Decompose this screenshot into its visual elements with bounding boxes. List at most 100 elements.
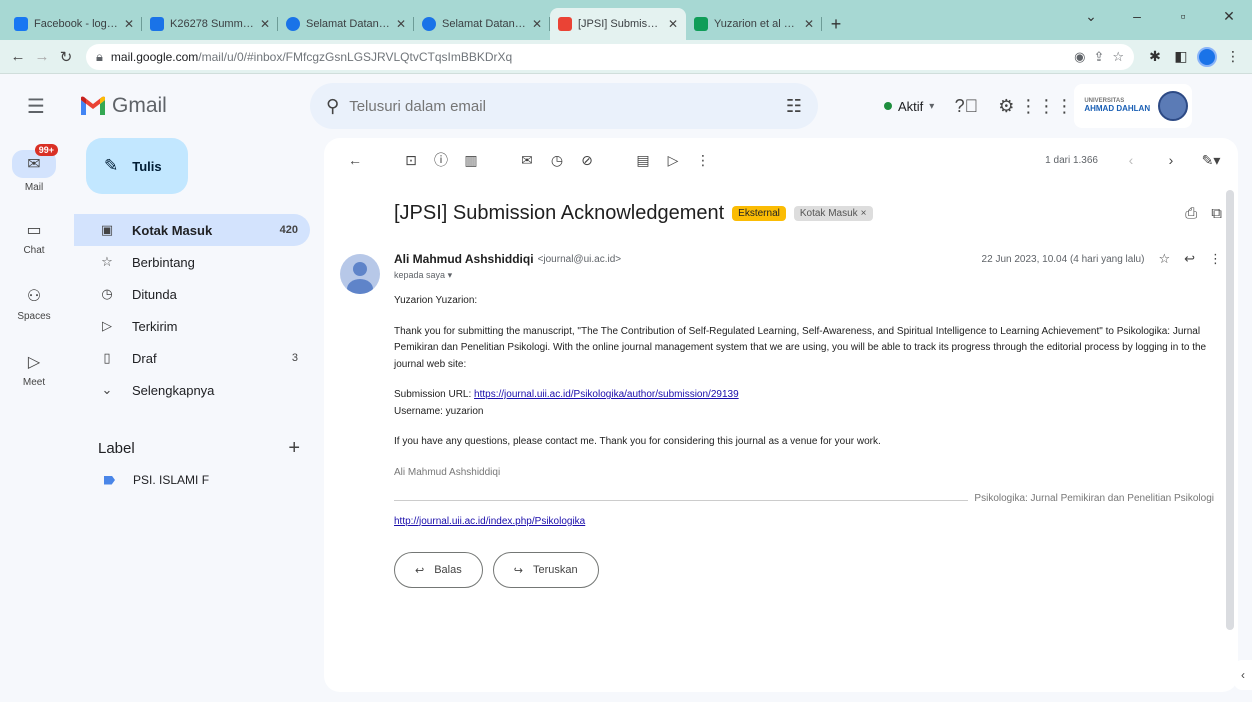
label-name: PSI. ISLAMI F [133, 473, 210, 487]
search-bar[interactable]: ⚲ ☷ [310, 83, 818, 129]
rail-item-mail[interactable]: ✉ 99+ Mail [0, 138, 68, 204]
lock-icon[interactable]: 🔒︎ [96, 49, 103, 65]
address-bar[interactable]: 🔒︎ mail.google.com/mail/u/0/#inbox/FMfcg… [86, 43, 1134, 70]
rail-item-spaces[interactable]: ⚇ Spaces [0, 270, 68, 336]
move-to-icon[interactable]: ▤ [628, 145, 658, 175]
sender-name[interactable]: Ali Mahmud Ashshiddiqi [394, 252, 534, 266]
close-tab-icon[interactable]: ✕ [804, 17, 814, 31]
forward-button[interactable]: ↪ Teruskan [492, 552, 599, 588]
snooze-icon[interactable]: ◷ [542, 145, 572, 175]
minimize-icon[interactable]: – [1114, 0, 1160, 32]
maximize-icon[interactable]: ▫ [1160, 0, 1206, 32]
search-icon[interactable]: ⚲ [326, 96, 339, 117]
compose-button[interactable]: ✎ Tulis [86, 138, 188, 194]
browser-tab-active[interactable]: [JPSI] Submission ✕ [550, 8, 686, 40]
forward-icon[interactable]: → [30, 45, 54, 69]
new-tab-button[interactable]: + [822, 8, 850, 40]
help-icon[interactable]: ?⃝ [946, 86, 986, 126]
journal-url-link[interactable]: http://journal.uii.ac.id/index.php/Psiko… [394, 516, 585, 527]
mark-unread-icon[interactable]: ✉ [512, 145, 542, 175]
delete-icon[interactable]: ▥ [456, 145, 486, 175]
report-spam-icon[interactable]: ⓘ [426, 145, 456, 175]
apps-grid-icon[interactable]: ⋮⋮⋮ [1019, 86, 1073, 126]
sidebar-item-snoozed[interactable]: ◷ Ditunda [74, 278, 310, 310]
facebook-favicon-icon [14, 17, 28, 31]
open-new-window-icon[interactable]: ⧉ [1211, 205, 1222, 222]
more-options-icon[interactable]: ⋮ [1209, 251, 1222, 267]
browser-tab[interactable]: Selamat Datang di ✕ [278, 8, 414, 40]
account-avatar[interactable] [1158, 91, 1189, 121]
site-favicon-icon [150, 17, 164, 31]
search-input[interactable] [349, 97, 776, 115]
chevron-down-icon: ▾ [447, 270, 453, 280]
browser-tab[interactable]: Facebook - log m ✕ [6, 8, 142, 40]
share-icon[interactable]: ⇪ [1093, 49, 1104, 65]
sidebar-item-more[interactable]: ⌄ Selengkapnya [74, 374, 310, 406]
profile-dot-icon [1197, 46, 1217, 67]
reply-icon[interactable]: ↩ [1184, 251, 1195, 267]
recipient-line[interactable]: kepada saya ▾ [394, 270, 1222, 281]
status-selector[interactable]: Aktif ▾ [872, 89, 946, 123]
add-task-icon[interactable]: ⊘ [572, 145, 602, 175]
sidebar-label-item[interactable]: PSI. ISLAMI F [74, 464, 322, 496]
extensions-icon[interactable]: ✱ [1142, 44, 1168, 70]
reload-icon[interactable]: ↻ [54, 45, 78, 69]
sender-avatar[interactable] [340, 254, 380, 294]
spaces-icon: ⚇ [26, 287, 42, 305]
close-tab-icon[interactable]: ✕ [396, 17, 406, 31]
archive-icon[interactable]: ⊡ [396, 145, 426, 175]
account-brand: UNIVERSITAS AHMAD DAHLAN [1084, 98, 1150, 113]
submission-url-link[interactable]: https://journal.uii.ac.id/Psikologika/au… [474, 389, 739, 400]
side-panel-icon[interactable]: ◧ [1168, 44, 1194, 70]
browser-tab[interactable]: K26278 Summary ✕ [142, 8, 278, 40]
rail-item-meet[interactable]: ▷ Meet [0, 336, 68, 402]
more-options-icon[interactable]: ⋮ [688, 145, 718, 175]
print-icon[interactable]: ⎙ [1185, 205, 1197, 222]
remove-label-icon[interactable]: × [861, 208, 867, 219]
browser-tab[interactable]: Yuzarion et al 1 Th ✕ [686, 8, 822, 40]
close-window-icon[interactable]: ✕ [1206, 0, 1252, 32]
message-toolbar: ← ⊡ ⓘ ▥ ✉ ◷ ⊘ ▤ ▷ ⋮ 1 dari 1.366 ‹ › ✎▾ [324, 138, 1238, 182]
star-icon[interactable]: ☆ [1158, 251, 1170, 267]
back-to-inbox-icon[interactable]: ← [340, 145, 370, 175]
newer-icon[interactable]: ‹ [1116, 145, 1146, 175]
sidebar-item-drafts[interactable]: ▯ Draf 3 [74, 342, 310, 374]
bookmark-star-icon[interactable]: ☆ [1112, 49, 1124, 65]
back-icon[interactable]: ← [6, 45, 30, 69]
message-date: 22 Jun 2023, 10.04 (4 hari yang lalu) [981, 253, 1145, 265]
sidebar-item-inbox[interactable]: ▣ Kotak Masuk 420 [74, 214, 310, 246]
close-tab-icon[interactable]: ✕ [260, 17, 270, 31]
close-tab-icon[interactable]: ✕ [668, 17, 678, 31]
email-subject: [JPSI] Submission Acknowledgement [394, 201, 725, 224]
message-meta: 22 Jun 2023, 10.04 (4 hari yang lalu) ☆ … [982, 251, 1222, 267]
tab-search-icon[interactable]: ⌄ [1068, 0, 1114, 32]
browser-menu-icon[interactable]: ⋮ [1220, 44, 1246, 70]
email-message: Ali Mahmud Ashshiddiqi <journal@ui.ac.id… [324, 234, 1238, 588]
close-tab-icon[interactable]: ✕ [532, 17, 542, 31]
sidebar-item-starred[interactable]: ☆ Berbintang [74, 246, 310, 278]
sheets-favicon-icon [694, 17, 708, 31]
input-tools-icon[interactable]: ✎▾ [1196, 145, 1226, 175]
app-rail: ✉ 99+ Mail ▭ Chat ⚇ Spaces ▷ Meet [0, 138, 68, 402]
add-label-icon[interactable]: + [288, 437, 300, 460]
main-menu-icon[interactable]: ☰ [12, 82, 60, 130]
sidebar-item-sent[interactable]: ▷ Terkirim [74, 310, 310, 342]
reply-button[interactable]: ↩ Balas [394, 552, 483, 588]
gmail-logo[interactable]: Gmail [80, 94, 306, 118]
account-switcher[interactable]: UNIVERSITAS AHMAD DAHLAN [1074, 84, 1193, 128]
draft-count: 3 [291, 352, 298, 364]
scrollbar[interactable] [1226, 190, 1234, 630]
search-options-icon[interactable]: ☷ [786, 96, 802, 117]
side-panel-toggle-icon[interactable]: ‹ [1234, 660, 1252, 690]
inbox-label-chip[interactable]: Kotak Masuk × [793, 205, 873, 221]
rail-item-chat[interactable]: ▭ Chat [0, 204, 68, 270]
label-icon[interactable]: ▷ [658, 145, 688, 175]
browser-tab[interactable]: Selamat Datang di ✕ [414, 8, 550, 40]
eye-icon[interactable]: ◉ [1074, 49, 1085, 65]
older-icon[interactable]: › [1156, 145, 1186, 175]
chevron-down-icon: ▾ [929, 100, 935, 112]
close-tab-icon[interactable]: ✕ [124, 17, 134, 31]
email-body: Yuzarion Yuzarion: Thank you for submitt… [394, 293, 1214, 530]
recipient-text: kepada saya [394, 270, 446, 280]
profile-avatar[interactable] [1194, 44, 1220, 70]
